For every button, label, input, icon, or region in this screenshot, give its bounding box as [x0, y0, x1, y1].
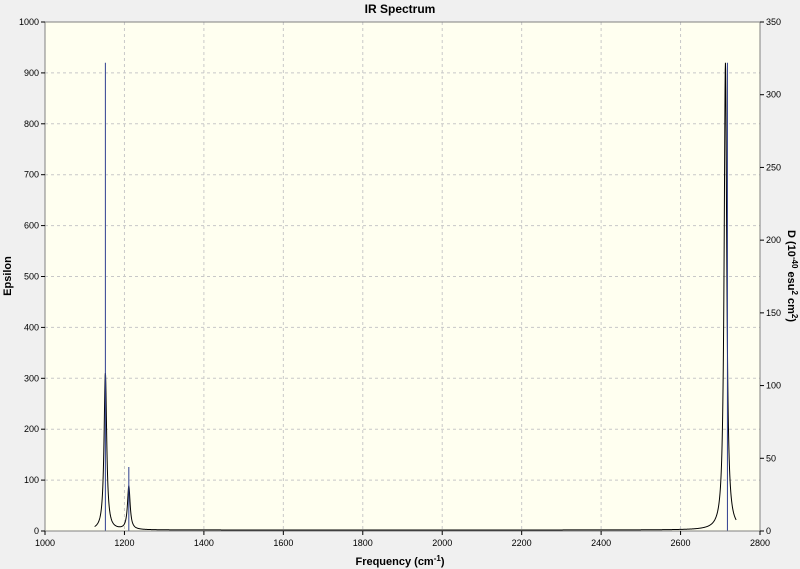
- y-left-tick-label: 0: [34, 526, 39, 536]
- ir-spectrum-chart: 1000 1200 1400 1600 1800 2000 2200 2400 2600 2800…: [0, 0, 800, 569]
- y-axis-right-label-part: -40: [790, 257, 799, 269]
- y-right-tick-label: 200: [766, 235, 781, 245]
- y-right-tick-label: 0: [766, 526, 771, 536]
- x-tick-label: 2400: [591, 538, 611, 548]
- x-tick-label: 1800: [353, 538, 373, 548]
- x-tick-label: 1400: [194, 538, 214, 548]
- y-axis-right-label-part: ): [785, 318, 797, 322]
- y-right-tick-label: 250: [766, 162, 781, 172]
- x-axis-label-end: ): [441, 556, 445, 568]
- x-tick-label: 1600: [273, 538, 293, 548]
- x-axis-label: Frequency (cm-1): [355, 554, 444, 568]
- y-left-tick-label: 100: [24, 475, 39, 485]
- y-left-tick-label: 200: [24, 424, 39, 434]
- y-axis-left-label: Epsilon: [2, 256, 14, 296]
- x-tick-label: 2800: [750, 538, 770, 548]
- x-axis: 1000 1200 1400 1600 1800 2000 2200 2400 2600 2800: [35, 531, 770, 548]
- x-axis-label-text: Frequency (cm: [355, 556, 433, 568]
- y-right-tick-label: 50: [766, 453, 776, 463]
- x-tick-label: 2000: [432, 538, 452, 548]
- y-axis-right: 0 50 100 150 200 250 300 350: [760, 17, 781, 536]
- chart-title: IR Spectrum: [365, 2, 436, 16]
- x-tick-label: 2200: [512, 538, 532, 548]
- chart-canvas: 1000 1200 1400 1600 1800 2000 2200 2400 2600 2800…: [0, 0, 800, 569]
- y-right-tick-label: 350: [766, 17, 781, 27]
- y-left-tick-label: 400: [24, 322, 39, 332]
- x-tick-label: 1200: [114, 538, 134, 548]
- y-left-tick-label: 900: [24, 68, 39, 78]
- y-axis-left: 0 100 200 300 400 500 600 700 800 900 1000: [19, 17, 45, 536]
- y-right-tick-label: 100: [766, 381, 781, 391]
- y-right-tick-label: 300: [766, 90, 781, 100]
- y-left-tick-label: 500: [24, 272, 39, 282]
- x-tick-label: 2600: [671, 538, 691, 548]
- y-axis-right-label-part: D (10: [785, 230, 797, 257]
- y-axis-right-label-part: cm: [785, 295, 797, 314]
- y-right-tick-label: 150: [766, 308, 781, 318]
- x-tick-label: 1000: [35, 538, 55, 548]
- y-axis-right-label-part: esu: [785, 268, 797, 290]
- y-left-tick-label: 1000: [19, 17, 39, 27]
- y-left-tick-label: 800: [24, 119, 39, 129]
- y-left-tick-label: 600: [24, 221, 39, 231]
- y-left-tick-label: 700: [24, 170, 39, 180]
- y-axis-right-label: D (10-40 esu2 cm2): [785, 230, 799, 322]
- y-left-tick-label: 300: [24, 373, 39, 383]
